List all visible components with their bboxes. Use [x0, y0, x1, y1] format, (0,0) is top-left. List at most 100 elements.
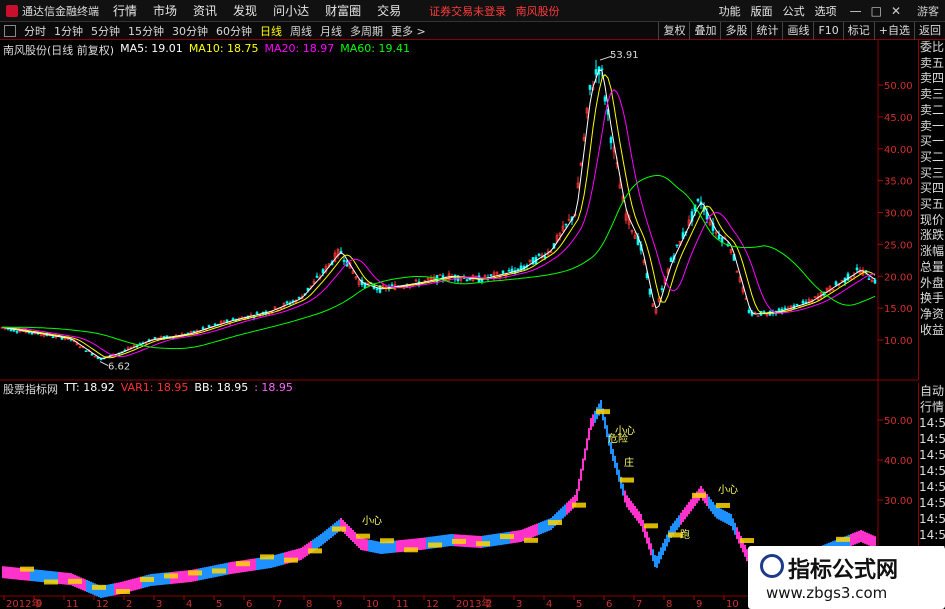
sub-band-bar	[736, 527, 738, 540]
chart-tool-2[interactable]: 多股	[720, 22, 751, 40]
sub-signal-mark	[692, 492, 706, 498]
sub-band-bar	[62, 572, 64, 585]
sub-band-bar	[530, 526, 532, 538]
price-tick-label-1: 45.00	[884, 113, 913, 124]
sub-signal-mark	[260, 554, 274, 560]
chart-tool-0[interactable]: 复权	[658, 22, 689, 40]
menu-item-0[interactable]: 行情	[105, 2, 145, 19]
right-menu-item-1[interactable]: 版面	[746, 3, 778, 19]
sub-band-bar	[472, 535, 474, 548]
candle-body	[201, 327, 205, 330]
sub-band-bar	[158, 573, 160, 586]
menu-item-2[interactable]: 资讯	[185, 2, 225, 19]
sub-signal-mark	[428, 542, 442, 548]
sub-band-bar	[316, 536, 318, 549]
sub-band-bar	[184, 570, 186, 583]
main-legend-title: 南风股份(日线 前复权)	[3, 44, 115, 57]
tick-label-0: 自动	[919, 384, 944, 398]
period-tab-7[interactable]: 周线	[286, 23, 316, 39]
sub-band-bar	[2, 566, 4, 579]
tick-label-1: 行情	[919, 400, 944, 414]
sub-band-bar	[732, 518, 734, 531]
right-menu-item-0[interactable]: 功能	[714, 3, 746, 19]
period-tab-0[interactable]: 分时	[20, 23, 50, 39]
maximize-icon[interactable]: □	[871, 4, 882, 18]
tick-label-7: 14:50	[919, 496, 945, 510]
menu-item-1[interactable]: 市场	[145, 2, 185, 19]
sub-band-bar	[650, 543, 652, 556]
menu-item-5[interactable]: 财富圈	[317, 2, 369, 19]
sub-band-bar	[692, 496, 694, 509]
sub-signal-mark	[644, 523, 658, 529]
window-controls: — □ ✕	[842, 4, 909, 18]
close-icon[interactable]: ✕	[891, 4, 901, 18]
period-tab-8[interactable]: 月线	[316, 23, 346, 39]
chart-tool-7[interactable]: +自选	[873, 22, 914, 40]
period-tab-4[interactable]: 30分钟	[168, 23, 212, 39]
chart-tool-4[interactable]: 画线	[782, 22, 813, 40]
time-tick-label-1: 9	[36, 599, 42, 609]
sub-band-bar	[382, 541, 384, 554]
sub-band-bar	[526, 527, 528, 540]
minimize-icon[interactable]: —	[850, 4, 862, 18]
sub-band-bar	[624, 490, 626, 503]
guest-label[interactable]: 游客	[909, 3, 945, 19]
sub-band-bar	[528, 526, 530, 539]
candle-body	[588, 84, 592, 90]
candle-body	[315, 275, 319, 278]
sub-band-bar	[622, 483, 624, 496]
sub-band-bar	[324, 530, 326, 543]
time-tick-label-2: 11	[66, 599, 79, 609]
quote-label-11: 现价	[919, 212, 944, 227]
sub-band-bar	[450, 534, 452, 546]
login-notice[interactable]: 证券交易未登录 南风股份	[429, 3, 560, 19]
period-tab-6[interactable]: 日线	[256, 23, 286, 39]
period-tab-1[interactable]: 1分钟	[50, 23, 87, 39]
candle-body	[801, 300, 805, 304]
period-tab-3[interactable]: 15分钟	[124, 23, 168, 39]
low-label: 6.62	[108, 362, 130, 373]
sub-band-bar	[86, 580, 88, 593]
chart-tool-3[interactable]: 统计	[751, 22, 782, 40]
sub-band-bar	[380, 542, 382, 554]
sub-band-bar	[360, 538, 362, 550]
sub-band-bar	[684, 507, 686, 520]
sub-band-bar	[256, 558, 258, 571]
tick-label-4: 14:50	[919, 448, 945, 462]
candle-body	[15, 331, 19, 333]
main-legend: 南风股份(日线 前复权) MA5: 19.01 MA10: 18.75 MA20: 1…	[3, 42, 410, 58]
sub-band-bar	[568, 500, 570, 513]
sub-signal-mark	[548, 520, 562, 526]
sub-band-bar	[708, 496, 710, 509]
sub-band-bar	[402, 539, 404, 552]
time-tick-label-6: 4	[186, 599, 192, 609]
chart-tool-5[interactable]: F10	[813, 22, 842, 40]
period-tab-5[interactable]: 60分钟	[212, 23, 256, 39]
right-menu-item-2[interactable]: 公式	[778, 3, 810, 19]
period-tab-2[interactable]: 5分钟	[87, 23, 124, 39]
top-menu-bar: 通达信金融终端 行情 市场 资讯 发现 问小达 财富圈 交易 证券交易未登录 南风股份 功能…	[0, 0, 945, 22]
menu-item-4[interactable]: 问小达	[265, 2, 317, 19]
period-tab-9[interactable]: 多周期	[346, 23, 387, 39]
kline-chart[interactable]: 50.00 45.00 40.00 35.00 30.00 25.00 20.00 15.00…	[0, 40, 918, 609]
menu-item-3[interactable]: 发现	[225, 2, 265, 19]
period-tab-10[interactable]: 更多 >	[387, 23, 430, 39]
sub-band-bar	[728, 512, 730, 525]
chart-tool-8[interactable]: 返回	[914, 22, 945, 40]
sub-band-bar	[6, 566, 8, 579]
chart-tool-1[interactable]: 叠加	[689, 22, 720, 40]
menu-item-6[interactable]: 交易	[369, 2, 409, 19]
right-menu-item-3[interactable]: 选项	[810, 3, 842, 19]
candle-body	[165, 335, 169, 338]
sub-band-bar	[138, 577, 140, 590]
sub-band-bar	[604, 416, 606, 429]
sub-band-bar	[398, 540, 400, 553]
sub-tick-label-2: 30.00	[884, 496, 913, 507]
sub-band-bar	[706, 494, 708, 506]
chart-tool-6[interactable]: 标记	[842, 22, 874, 40]
sub-tick-label-0: 50.00	[884, 416, 913, 427]
sub-band-bar	[520, 530, 522, 542]
sub-legend-item-1: VAR1: 18.95	[120, 381, 189, 394]
sub-band-bar	[82, 578, 84, 591]
expand-icon[interactable]	[4, 24, 16, 37]
